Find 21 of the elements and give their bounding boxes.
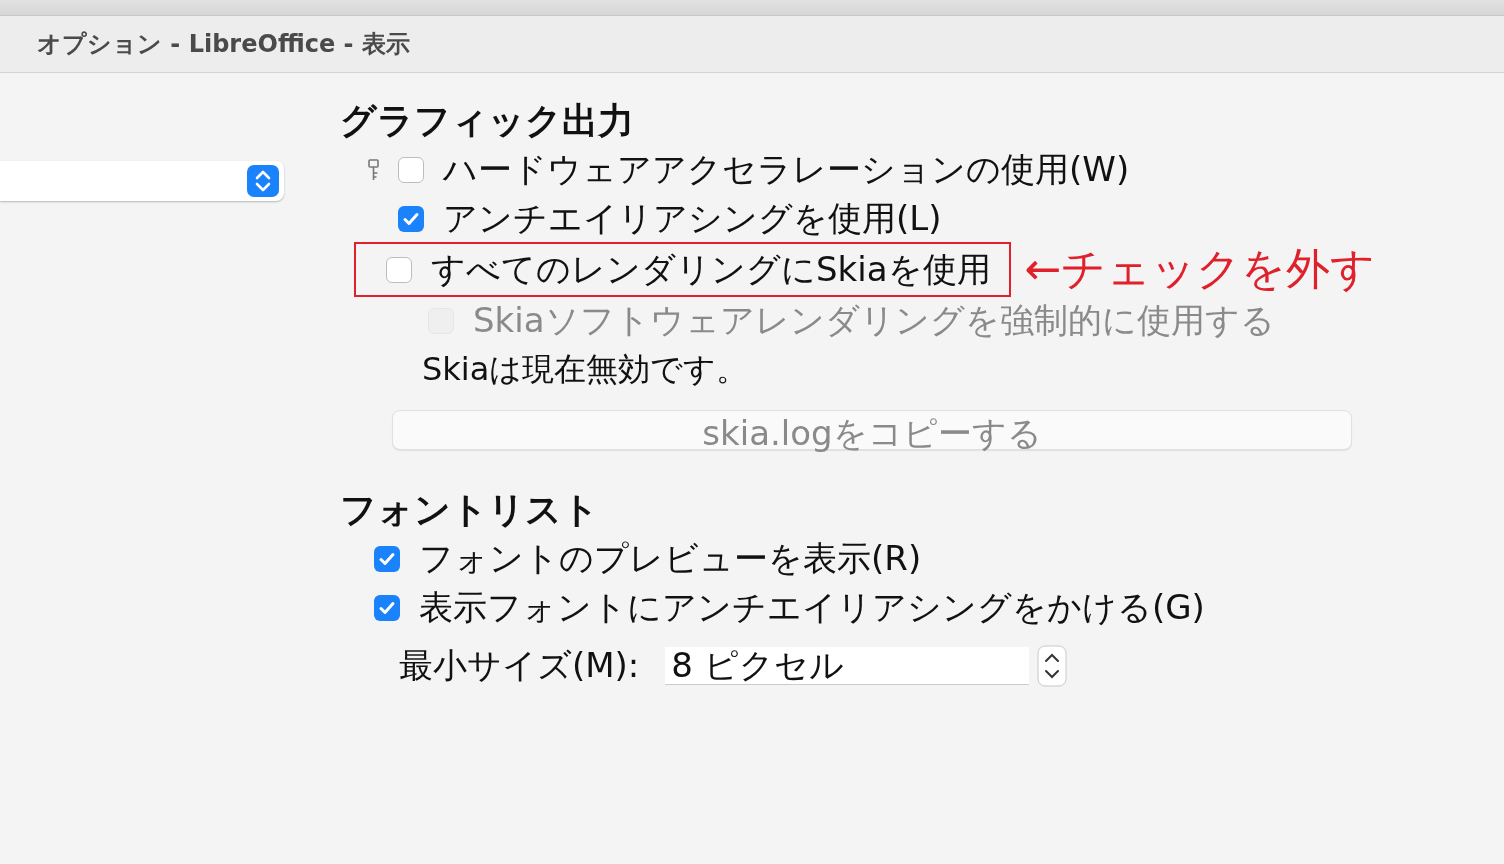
checkbox-label: Skiaソフトウェアレンダリングを強制的に使用する <box>473 298 1275 342</box>
stepper-icon <box>247 165 279 197</box>
size-field[interactable]: 8 ピクセル <box>665 647 1030 685</box>
section-heading: グラフィック出力 <box>340 99 635 143</box>
checkbox-label: ハードウェアアクセラレーションの使用(W) <box>443 147 1130 191</box>
annotation-text: ←チェックを外す <box>1024 242 1376 296</box>
checkbox[interactable] <box>374 594 400 621</box>
checkbox-label: アンチエイリアシングを使用(L) <box>443 196 942 240</box>
checkbox-label: すべてのレンダリングにSkiaを使用 <box>431 247 991 291</box>
section-heading: フォントリスト <box>340 488 600 532</box>
field-label: 最小サイズ(M): <box>399 644 640 687</box>
status-text: Skiaは現在無効です。 <box>421 349 749 390</box>
checkbox[interactable] <box>374 545 400 572</box>
checkbox[interactable] <box>386 256 412 283</box>
checkbox[interactable] <box>398 156 424 183</box>
checkbox[interactable] <box>398 205 424 232</box>
stepper-icon[interactable] <box>1037 645 1068 687</box>
dropdown-select[interactable] <box>0 161 284 201</box>
checkbox-label: フォントのプレビューを表示(R) <box>419 536 922 580</box>
window-title: オプション - LibreOffice - 表示 <box>37 29 410 60</box>
checkbox-label: 表示フォントにアンチエイリアシングをかける(G) <box>419 585 1205 629</box>
